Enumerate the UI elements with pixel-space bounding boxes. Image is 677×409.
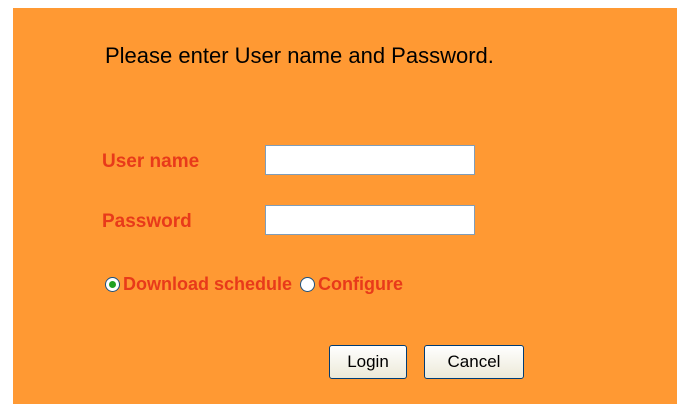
- username-input[interactable]: [265, 145, 475, 175]
- password-input[interactable]: [265, 205, 475, 235]
- password-label: Password: [102, 211, 192, 232]
- login-button[interactable]: Login: [329, 345, 407, 379]
- login-panel: Please enter User name and Password. Use…: [13, 8, 677, 404]
- download-schedule-label[interactable]: Download schedule: [123, 274, 292, 295]
- login-title: Please enter User name and Password.: [105, 43, 494, 68]
- username-label: User name: [102, 151, 200, 172]
- cancel-button[interactable]: Cancel: [424, 345, 524, 379]
- configure-radio[interactable]: [300, 276, 316, 292]
- configure-label[interactable]: Configure: [318, 274, 403, 295]
- download-schedule-radio[interactable]: [105, 276, 120, 292]
- mode-radio-group: Download schedule Configure: [105, 273, 411, 295]
